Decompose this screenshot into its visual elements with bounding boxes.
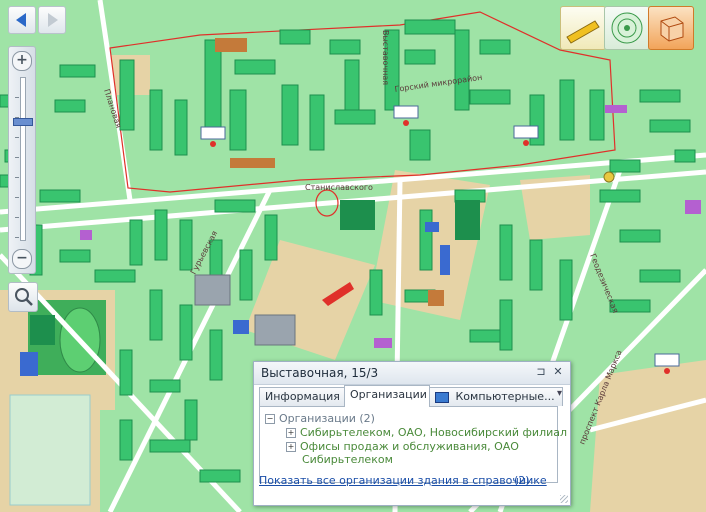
expand-icon[interactable]: + xyxy=(286,442,296,452)
tab-computer[interactable]: Компьютерные... xyxy=(429,387,563,406)
magnifier-tool-button[interactable] xyxy=(8,282,38,312)
popup-tabs: Информация Организации Компьютерные... ▾ xyxy=(259,385,565,407)
zoom-thumb[interactable] xyxy=(13,117,33,126)
tree-item[interactable]: + Сибирьтелеком, ОАО, Новосибирский филиа… xyxy=(286,426,567,439)
show-all-organizations-link[interactable]: Показать все организации здания в справо… xyxy=(259,474,547,487)
organizations-panel: − Организации (2) + Сибирьтелеком, ОАО, Но… xyxy=(259,406,567,483)
computer-icon xyxy=(435,391,449,403)
zoom-track[interactable] xyxy=(20,77,26,241)
zoom-out-button[interactable]: − xyxy=(12,249,32,269)
tree-item-label: Офисы продаж и обслуживания, ОАО xyxy=(300,440,519,453)
tree-item[interactable]: + Офисы продаж и обслуживания, ОАО xyxy=(286,440,519,453)
street-label-vystavochnaya: Выставочная xyxy=(381,30,390,85)
collapse-icon[interactable]: − xyxy=(265,414,275,424)
close-button[interactable]: ✕ xyxy=(551,364,565,380)
ruler-icon xyxy=(566,20,600,44)
zoom-in-button[interactable]: + xyxy=(12,51,32,71)
ruler-tool-button[interactable] xyxy=(560,6,606,50)
tab-organizations[interactable]: Организации xyxy=(344,385,430,407)
tree-item-continuation[interactable]: Сибирьтелеком xyxy=(302,453,393,466)
tab-info[interactable]: Информация xyxy=(259,387,345,406)
building-info-popup[interactable]: Выставочная, 15/3 ⊐ ✕ Информация Организ… xyxy=(253,361,571,506)
radar-icon xyxy=(611,12,643,44)
cube-icon xyxy=(660,16,684,42)
arrow-left-icon xyxy=(16,13,26,27)
expand-icon[interactable]: + xyxy=(286,428,296,438)
tab-computer-label: Компьютерные... xyxy=(455,390,555,403)
tree-root-label: Организации (2) xyxy=(279,412,375,425)
tree-root[interactable]: − Организации (2) xyxy=(265,412,375,425)
arrow-right-icon xyxy=(48,13,58,27)
3d-view-button[interactable] xyxy=(648,6,694,50)
popup-title: Выставочная, 15/3 xyxy=(261,366,379,380)
zoom-slider[interactable]: + − xyxy=(8,46,36,274)
tabs-overflow-button[interactable]: ▾ xyxy=(557,388,562,399)
pin-button[interactable]: ⊐ xyxy=(534,364,548,380)
street-label-stanislavskogo: Станиславского xyxy=(305,183,373,192)
resize-grip[interactable] xyxy=(560,495,568,503)
tree-item-label: Сибирьтелеком, ОАО, Новосибирский филиал xyxy=(300,426,568,439)
magnifier-icon xyxy=(15,288,33,306)
back-button[interactable] xyxy=(8,6,36,34)
radar-tool-button[interactable] xyxy=(604,6,650,50)
popup-header[interactable]: Выставочная, 15/3 ⊐ ✕ xyxy=(254,362,570,385)
forward-button[interactable] xyxy=(38,6,66,34)
organizations-count: (2) xyxy=(514,474,530,487)
